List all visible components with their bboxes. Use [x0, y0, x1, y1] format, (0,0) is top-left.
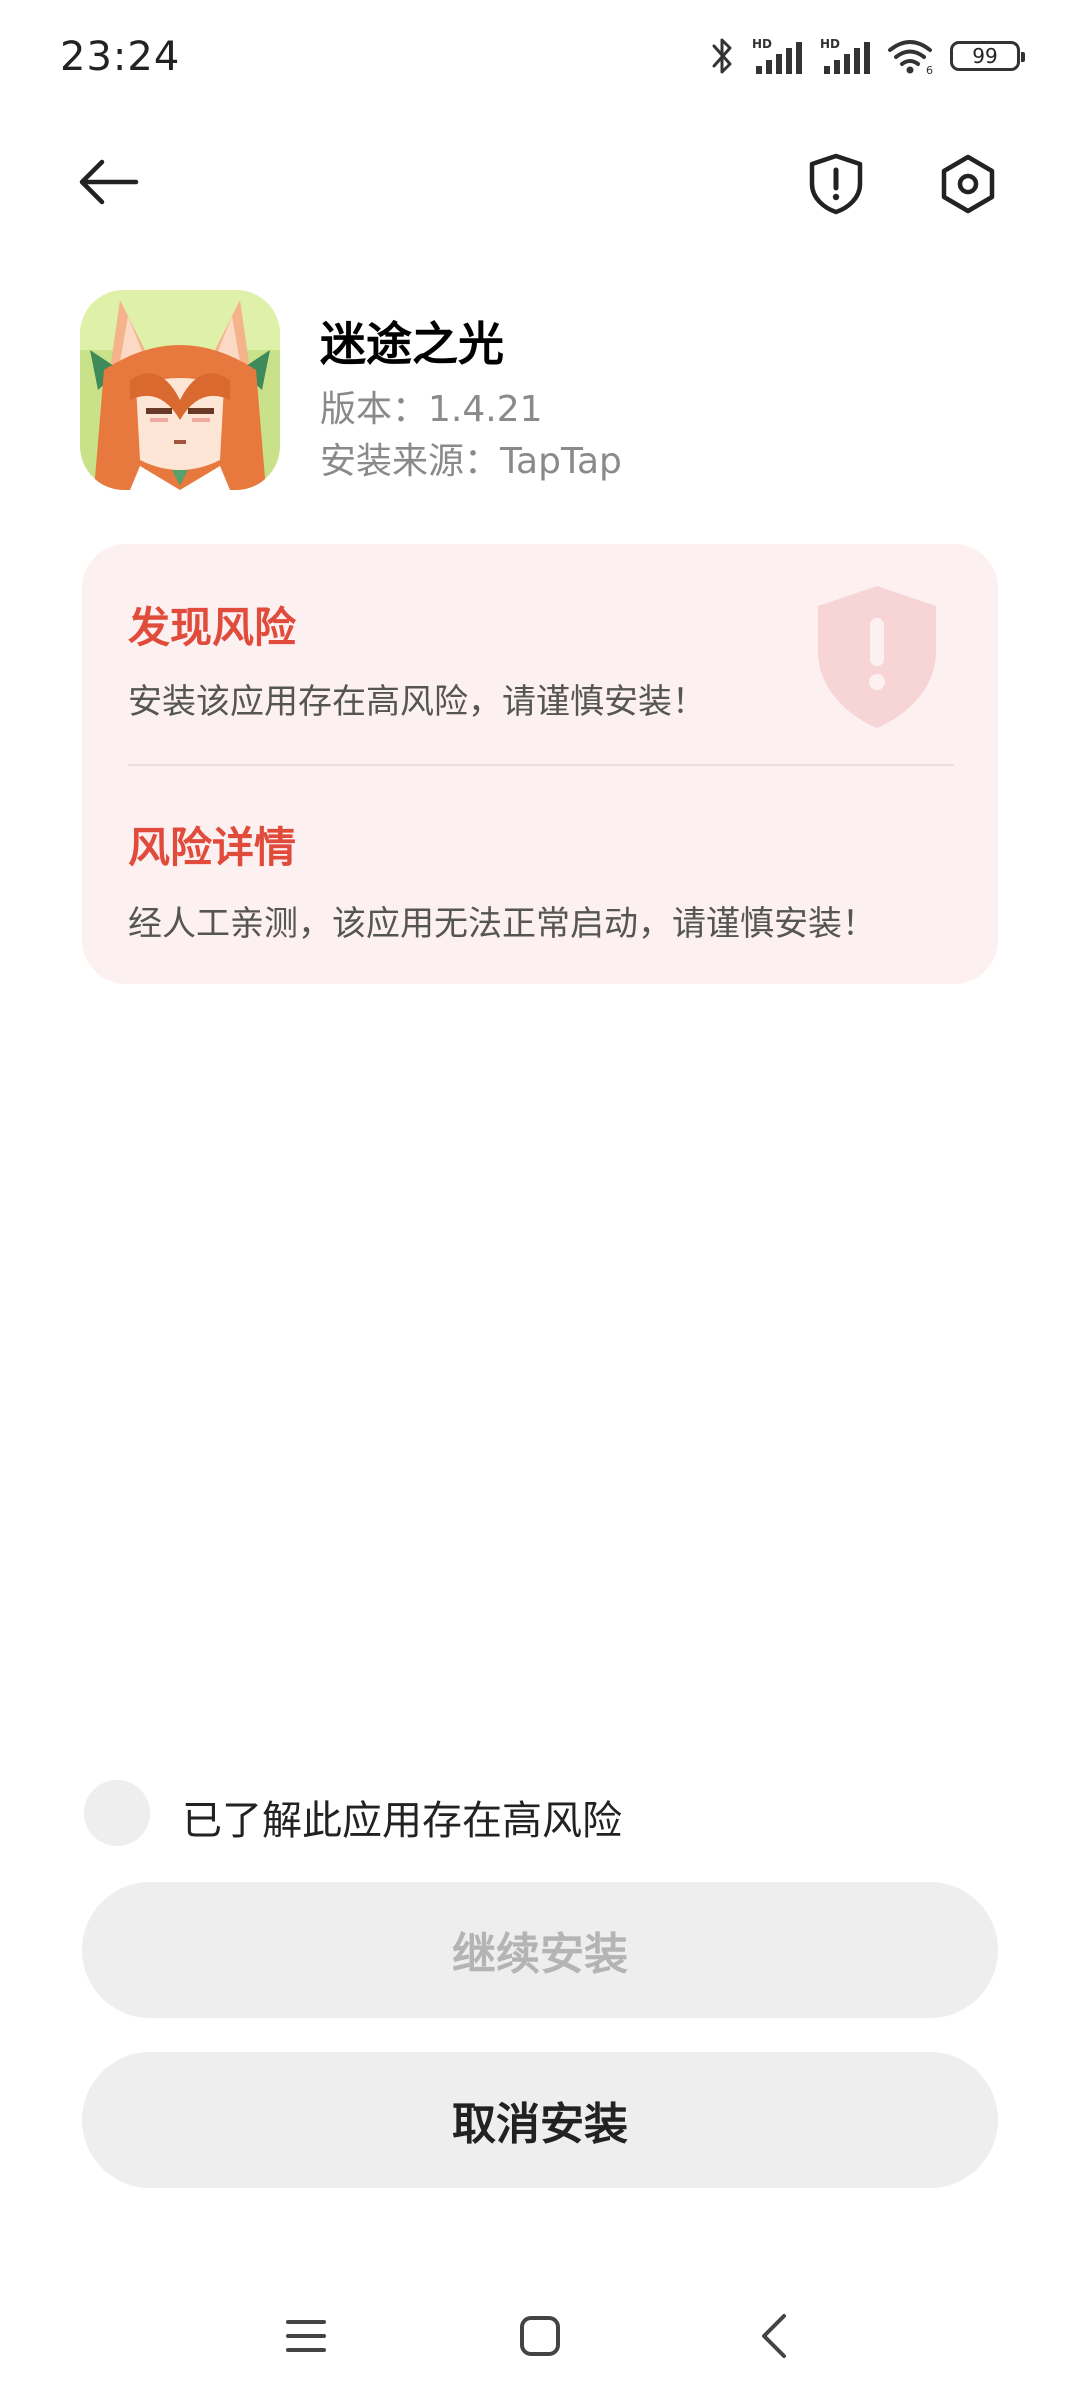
app-version: 版本：1.4.21 [320, 389, 543, 430]
back-chevron-icon [762, 2314, 786, 2358]
settings-hexagon-icon [941, 154, 995, 214]
risk-detail-desc: 经人工亲测，该应用无法正常启动，请谨慎安装！ [128, 904, 876, 944]
signal-hd-icon: HD [818, 36, 872, 76]
battery-level: 99 [972, 44, 998, 68]
shield-alert-icon [818, 586, 936, 728]
app-icon [80, 290, 280, 490]
menu-icon [286, 2320, 326, 2352]
status-icons: HD HD 6 99 [708, 34, 1025, 78]
shield-alert-icon [809, 153, 863, 215]
risk-detail-title: 风险详情 [128, 823, 297, 872]
svg-text:HD: HD [752, 37, 772, 51]
cancel-install-button[interactable]: 取消安装 [82, 2052, 998, 2188]
app-source: 安装来源：TapTap [320, 441, 622, 482]
settings-button[interactable] [932, 150, 1004, 218]
home-square-icon [520, 2316, 560, 2356]
app-header: 迷途之光 版本：1.4.21 安装来源：TapTap [80, 290, 1000, 490]
risk-acknowledge-checkbox[interactable] [84, 1780, 150, 1846]
risk-found-title: 发现风险 [128, 603, 297, 652]
wifi-label: 6 [926, 64, 933, 76]
svg-text:HD: HD [820, 37, 840, 51]
top-nav [0, 132, 1080, 232]
battery-icon: 99 [950, 41, 1025, 71]
home-button[interactable] [502, 2298, 578, 2374]
system-back-button[interactable] [736, 2298, 812, 2374]
wifi-icon: 6 [886, 36, 936, 76]
arrow-left-icon [79, 159, 139, 205]
risk-card: 发现风险 安装该应用存在高风险，请谨慎安装！ 风险详情 经人工亲测，该应用无法正… [82, 544, 998, 984]
recent-apps-button[interactable] [268, 2298, 344, 2374]
risk-acknowledge-label: 已了解此应用存在高风险 [182, 1798, 622, 1844]
app-name: 迷途之光 [320, 317, 504, 371]
bluetooth-icon [708, 36, 736, 76]
continue-install-button[interactable]: 继续安装 [82, 1882, 998, 2018]
back-button[interactable] [70, 150, 146, 214]
status-time: 23:24 [60, 34, 181, 80]
signal-hd-icon: HD [750, 36, 804, 76]
divider [128, 764, 954, 766]
security-button[interactable] [800, 150, 872, 218]
risk-acknowledge-row[interactable]: 已了解此应用存在高风险 [82, 1776, 998, 1850]
risk-found-desc: 安装该应用存在高风险，请谨慎安装！ [128, 682, 706, 722]
status-bar: 23:24 HD HD 6 99 [0, 0, 1080, 116]
system-nav-bar [0, 2270, 1080, 2401]
